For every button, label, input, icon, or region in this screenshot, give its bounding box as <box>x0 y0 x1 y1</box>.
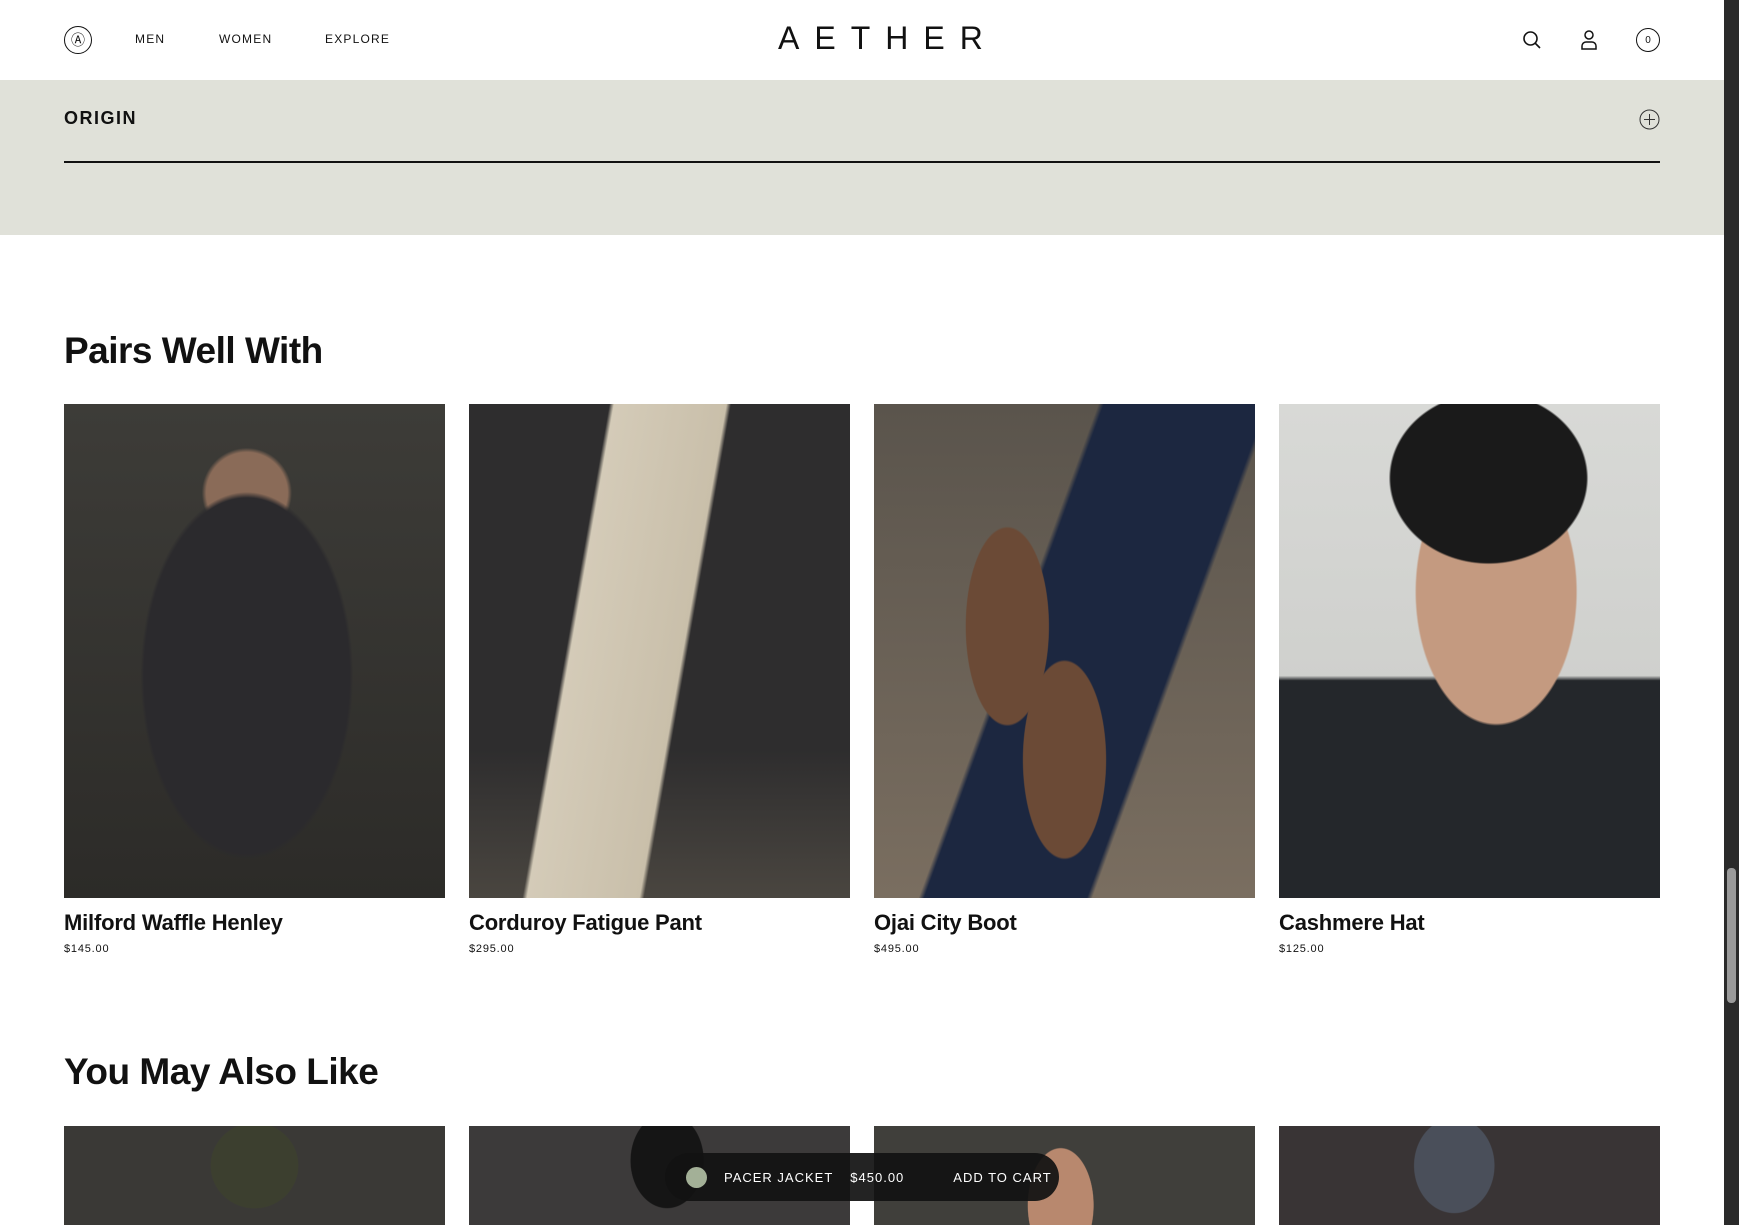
pairs-title: Pairs Well With <box>64 330 323 371</box>
cart-count: 0 <box>1645 34 1651 46</box>
product-card[interactable]: Corduroy Fatigue Pant $295.00 <box>469 404 850 955</box>
brand-logo[interactable]: AETHER <box>763 20 983 57</box>
sticky-add-to-cart-bar: PACER JACKET $450.00 ADD TO CART <box>665 1153 1059 1201</box>
product-card[interactable]: Ojai City Boot $495.00 <box>874 404 1255 955</box>
product-price: $495.00 <box>874 943 920 955</box>
product-card[interactable]: Cashmere Hat $125.00 <box>1279 404 1660 955</box>
product-price: $295.00 <box>469 943 515 955</box>
divider <box>64 161 1660 163</box>
add-to-cart-button[interactable]: ADD TO CART <box>953 1170 1051 1185</box>
site-header: Ⓐ MEN WOMEN EXPLORE AETHER 0 <box>0 0 1724 80</box>
origin-accordion[interactable]: ORIGIN <box>0 80 1724 235</box>
product-card[interactable]: Milford Waffle Henley $145.00 <box>64 404 445 955</box>
product-image[interactable] <box>64 1126 445 1225</box>
color-swatch <box>686 1166 707 1188</box>
nav-men[interactable]: MEN <box>135 32 165 46</box>
product-image[interactable] <box>1279 404 1660 898</box>
product-name[interactable]: Milford Waffle Henley <box>64 910 445 936</box>
product-price: $145.00 <box>64 943 110 955</box>
product-image[interactable] <box>874 404 1255 898</box>
origin-title: ORIGIN <box>64 108 138 128</box>
plus-circle-icon[interactable] <box>1639 109 1660 130</box>
product-price: $125.00 <box>1279 943 1325 955</box>
search-icon[interactable] <box>1520 28 1544 52</box>
sticky-product-price: $450.00 <box>850 1169 905 1185</box>
scrollbar-thumb[interactable] <box>1727 868 1736 1003</box>
nav-explore[interactable]: EXPLORE <box>325 32 390 46</box>
product-name[interactable]: Cashmere Hat <box>1279 910 1660 936</box>
cart-icon[interactable]: 0 <box>1636 28 1660 52</box>
product-name[interactable]: Ojai City Boot <box>874 910 1255 936</box>
nav-women[interactable]: WOMEN <box>219 32 272 46</box>
product-image[interactable] <box>64 404 445 898</box>
also-like-title: You May Also Like <box>64 1051 379 1092</box>
user-icon[interactable] <box>1577 28 1601 52</box>
scrollbar[interactable] <box>1724 0 1739 1225</box>
product-name[interactable]: Corduroy Fatigue Pant <box>469 910 850 936</box>
product-image[interactable] <box>469 404 850 898</box>
sticky-product-name: PACER JACKET <box>724 1169 834 1185</box>
aether-logo-icon[interactable]: Ⓐ <box>64 26 92 54</box>
product-image[interactable] <box>1279 1126 1660 1225</box>
